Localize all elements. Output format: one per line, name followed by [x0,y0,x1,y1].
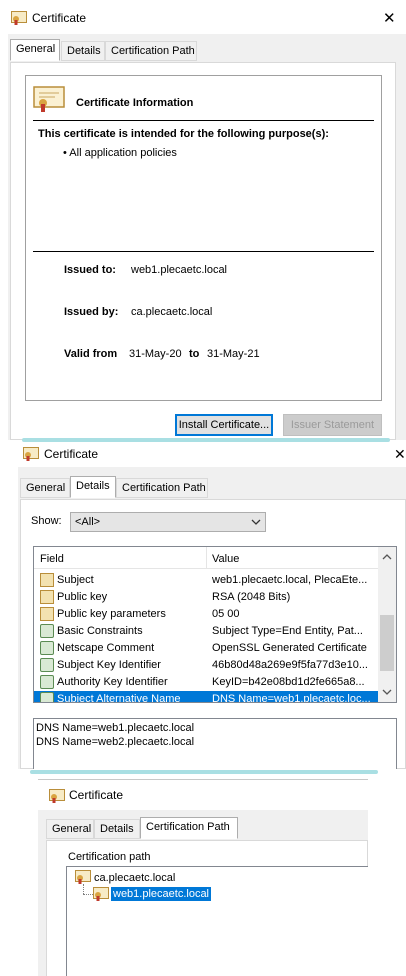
chevron-down-icon [251,519,261,525]
section-divider-2 [30,770,378,774]
column-header-field[interactable]: Field [40,553,64,565]
purpose-heading: This certificate is intended for the fol… [38,128,329,140]
tab-strip: General Details Certification Path [10,39,406,63]
column-divider [206,547,207,569]
tree-connector [83,894,93,895]
list-item[interactable]: Authority Key Identifier KeyID=b42e08bd1d… [34,674,378,691]
certificate-icon [93,887,109,901]
window-title: Certificate [69,788,124,802]
window-title: Certificate [32,11,87,25]
certification-path-label: Certification path [68,851,151,863]
tree-connector [83,884,84,894]
certificate-icon [11,11,27,25]
issued-to-value: web1.plecaetc.local [131,264,228,276]
tab-general[interactable]: General [46,819,94,839]
certificate-dialog-general: Certificate ✕ General Details Certificat… [0,0,406,440]
show-select-value: <All> [75,516,101,528]
tab-general[interactable]: General [20,478,70,498]
issuer-statement-button[interactable]: Issuer Statement [283,414,382,436]
extension-icon [40,692,54,702]
certificate-dialog-path: Certificate General Details Certificatio… [38,776,406,976]
field-list[interactable]: Field Value Subject web1.plecaetc.local, … [33,546,397,703]
section-divider-1 [22,438,390,442]
certificate-info-box: Certificate Information This certificate… [25,75,382,401]
tab-certification-path[interactable]: Certification Path [140,817,238,839]
valid-from-value: 31-May-20 [129,348,182,360]
detail-line: DNS Name=web1.plecaetc.local [36,722,195,734]
scroll-down-icon[interactable] [382,689,392,696]
valid-from-label: Valid from [64,348,118,360]
extension-icon [40,641,54,655]
close-icon[interactable]: ✕ [383,9,396,27]
extension-icon [40,675,54,689]
issued-to-label: Issued to: [64,264,116,276]
info-separator-bottom [33,251,374,252]
tree-node-root[interactable]: ca.plecaetc.local [94,872,175,884]
list-item[interactable]: Subject web1.plecaetc.local, PlecaEte... [34,572,378,589]
list-item[interactable]: Public key RSA (2048 Bits) [34,589,378,606]
tab-general[interactable]: General [10,39,60,61]
certification-path-tree[interactable]: ca.plecaetc.local web1.plecaetc.local [66,866,368,976]
tab-strip: General Details Certification Path [20,476,406,500]
certificate-icon [49,789,65,803]
cert-field-icon [40,573,54,587]
valid-to-value: 31-May-21 [207,348,260,360]
list-item[interactable]: Basic Constraints Subject Type=End Entity… [34,623,378,640]
window-title: Certificate [44,447,99,461]
certificate-icon [75,870,91,884]
tab-details[interactable]: Details [61,41,105,61]
detail-line: DNS Name=web2.plecaetc.local [36,736,195,748]
list-item[interactable]: Public key parameters 05 00 [34,606,378,623]
tab-details[interactable]: Details [94,819,140,839]
list-item[interactable]: Netscape Comment OpenSSL Generated Certif… [34,640,378,657]
purpose-item: • All application policies [63,147,177,159]
list-rows: Subject web1.plecaetc.local, PlecaEte... … [34,572,378,702]
tab-certification-path[interactable]: Certification Path [105,41,197,61]
cert-field-icon [40,607,54,621]
close-icon[interactable]: ✕ [394,446,406,463]
certificate-icon [23,447,39,461]
extension-icon [40,624,54,638]
field-detail-textbox[interactable]: DNS Name=web1.plecaetc.local DNS Name=we… [33,718,397,769]
issued-by-value: ca.plecaetc.local [131,306,213,318]
issued-by-label: Issued by: [64,306,119,318]
scrollbar-thumb[interactable] [380,615,394,671]
cert-field-icon [40,590,54,604]
tree-node-selected[interactable]: web1.plecaetc.local [111,887,212,901]
column-header-value[interactable]: Value [212,553,239,565]
show-select[interactable]: <All> [70,512,266,532]
vertical-scrollbar[interactable] [378,547,396,702]
valid-to-label: to [189,348,200,360]
show-label: Show: [31,515,62,527]
scroll-up-icon[interactable] [382,553,392,560]
list-item[interactable]: Subject Key Identifier 46b80d48a269e9f5fa… [34,657,378,674]
info-separator-top [33,120,374,121]
certificate-info-heading: Certificate Information [76,97,194,109]
tab-certification-path[interactable]: Certification Path [116,478,208,498]
install-certificate-button[interactable]: Install Certificate... [175,414,273,436]
title-underline [38,779,368,780]
certificate-dialog-details: Certificate ✕ General Details Certificat… [14,443,406,769]
tab-strip: General Details Certification Path [46,817,368,841]
list-header: Field Value [34,547,378,569]
extension-icon [40,658,54,672]
certificate-large-icon [33,86,65,112]
tab-details[interactable]: Details [70,476,116,498]
list-item-selected[interactable]: Subject Alternative Name DNS Name=web1.pl… [34,691,378,702]
